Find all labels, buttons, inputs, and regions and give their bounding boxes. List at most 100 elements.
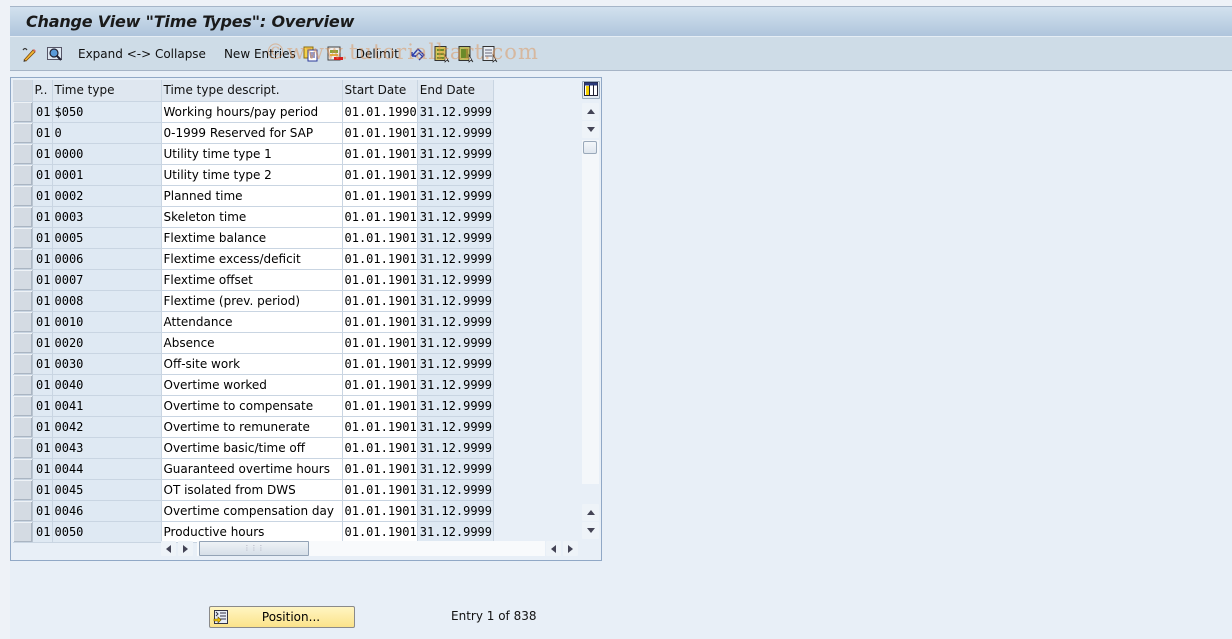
row-selector[interactable] (13, 143, 33, 165)
cell-description[interactable]: Overtime compensation day (161, 500, 343, 522)
row-selector[interactable] (13, 500, 33, 522)
cell-description[interactable]: Overtime worked (161, 374, 343, 396)
cell-start-date[interactable]: 01.01.1901 (342, 164, 418, 186)
cell-time-type: 0041 (52, 395, 162, 417)
cell-start-date[interactable]: 01.01.1901 (342, 416, 418, 438)
cell-start-date[interactable]: 01.01.1901 (342, 353, 418, 375)
row-selector[interactable] (13, 374, 33, 396)
arrow-left-icon (166, 544, 171, 553)
vertical-scroll-track[interactable] (582, 140, 599, 484)
cell-description[interactable]: Guaranteed overtime hours (161, 458, 343, 480)
column-header-p[interactable]: P.. (32, 80, 53, 102)
row-selector[interactable] (13, 353, 33, 375)
scroll-down-button[interactable] (582, 121, 599, 138)
page-down-button[interactable] (582, 522, 599, 539)
display-change-button[interactable] (20, 43, 38, 65)
row-selector[interactable] (13, 458, 33, 480)
row-selector[interactable] (13, 290, 33, 312)
column-header-time-type[interactable]: Time type (52, 80, 162, 102)
cell-description[interactable]: Productive hours (161, 521, 343, 543)
row-selector[interactable] (13, 521, 33, 543)
cell-start-date[interactable]: 01.01.1901 (342, 521, 418, 543)
cell-p: 01 (32, 479, 53, 501)
vertical-scrollbar[interactable] (581, 80, 600, 539)
cell-start-date[interactable]: 01.01.1901 (342, 500, 418, 522)
cell-description[interactable]: Utility time type 1 (161, 143, 343, 165)
new-entries-button[interactable]: New Entries (224, 43, 296, 65)
horizontal-scroll-thumb[interactable]: ⋮⋮⋮ (199, 541, 309, 556)
scroll-right-end-button[interactable] (563, 541, 578, 556)
vertical-scroll-thumb[interactable] (583, 141, 597, 154)
cell-description[interactable]: Flextime balance (161, 227, 343, 249)
cell-description[interactable]: 0-1999 Reserved for SAP (161, 122, 343, 144)
row-selector[interactable] (13, 227, 33, 249)
column-config-button[interactable] (582, 81, 600, 99)
cell-description[interactable]: Attendance (161, 311, 343, 333)
cell-start-date[interactable]: 01.01.1901 (342, 227, 418, 249)
row-selector[interactable] (13, 101, 33, 123)
delimit-button[interactable]: Delimit (356, 43, 399, 65)
column-header-end-date[interactable]: End Date (417, 80, 494, 102)
cell-start-date[interactable]: 01.01.1901 (342, 290, 418, 312)
cell-description[interactable]: Overtime to compensate (161, 395, 343, 417)
cell-start-date[interactable]: 01.01.1901 (342, 185, 418, 207)
select-all-button[interactable] (433, 43, 451, 65)
copy-as-button[interactable] (302, 43, 320, 65)
row-selector[interactable] (13, 206, 33, 228)
cell-start-date[interactable]: 01.01.1901 (342, 311, 418, 333)
scroll-left-end-button[interactable] (546, 541, 561, 556)
row-selector[interactable] (13, 479, 33, 501)
horizontal-scrollbar[interactable]: ⋮⋮⋮ (161, 541, 578, 556)
find-button[interactable] (46, 43, 64, 65)
deselect-all-button[interactable] (481, 43, 499, 65)
scroll-up-button[interactable] (582, 103, 599, 120)
cell-description[interactable]: OT isolated from DWS (161, 479, 343, 501)
row-selector[interactable] (13, 332, 33, 354)
cell-start-date[interactable]: 01.01.1901 (342, 479, 418, 501)
cell-description[interactable]: Flextime excess/deficit (161, 248, 343, 270)
cell-start-date[interactable]: 01.01.1901 (342, 122, 418, 144)
column-header-start-date[interactable]: Start Date (342, 80, 418, 102)
cell-start-date[interactable]: 01.01.1901 (342, 332, 418, 354)
cell-description[interactable]: Overtime basic/time off (161, 437, 343, 459)
cell-description[interactable]: Flextime (prev. period) (161, 290, 343, 312)
row-selector[interactable] (13, 416, 33, 438)
page-up-button[interactable] (582, 504, 599, 521)
time-types-table: P.. Time type Time type descript. Start … (13, 80, 494, 543)
delete-button[interactable] (326, 43, 344, 65)
cell-start-date[interactable]: 01.01.1901 (342, 458, 418, 480)
table-row: 01 0007 Flextime offset 01.01.1901 31.12.999… (13, 269, 494, 291)
row-selector[interactable] (13, 311, 33, 333)
cell-start-date[interactable]: 01.01.1901 (342, 248, 418, 270)
select-all-rows-header[interactable] (13, 80, 33, 102)
row-selector[interactable] (13, 164, 33, 186)
row-selector[interactable] (13, 269, 33, 291)
scroll-left-button[interactable] (161, 541, 176, 556)
cell-description[interactable]: Off-site work (161, 353, 343, 375)
cell-start-date[interactable]: 01.01.1901 (342, 143, 418, 165)
position-button[interactable]: Position... (209, 606, 355, 628)
expand-collapse-button[interactable]: Expand <-> Collapse (78, 43, 206, 65)
cell-description[interactable]: Flextime offset (161, 269, 343, 291)
row-selector[interactable] (13, 248, 33, 270)
row-selector[interactable] (13, 122, 33, 144)
cell-start-date[interactable]: 01.01.1901 (342, 206, 418, 228)
select-block-button[interactable] (457, 43, 475, 65)
cell-description[interactable]: Planned time (161, 185, 343, 207)
row-selector[interactable] (13, 437, 33, 459)
cell-start-date[interactable]: 01.01.1901 (342, 269, 418, 291)
scroll-right-button[interactable] (178, 541, 193, 556)
cell-description[interactable]: Absence (161, 332, 343, 354)
row-selector[interactable] (13, 185, 33, 207)
cell-description[interactable]: Skeleton time (161, 206, 343, 228)
cell-start-date[interactable]: 01.01.1901 (342, 395, 418, 417)
cell-description[interactable]: Overtime to remunerate (161, 416, 343, 438)
cell-start-date[interactable]: 01.01.1901 (342, 374, 418, 396)
cell-description[interactable]: Working hours/pay period (161, 101, 343, 123)
cell-start-date[interactable]: 01.01.1990 (342, 101, 418, 123)
column-header-description[interactable]: Time type descript. (161, 80, 343, 102)
cell-start-date[interactable]: 01.01.1901 (342, 437, 418, 459)
cell-description[interactable]: Utility time type 2 (161, 164, 343, 186)
undo-change-button[interactable] (409, 43, 427, 65)
row-selector[interactable] (13, 395, 33, 417)
